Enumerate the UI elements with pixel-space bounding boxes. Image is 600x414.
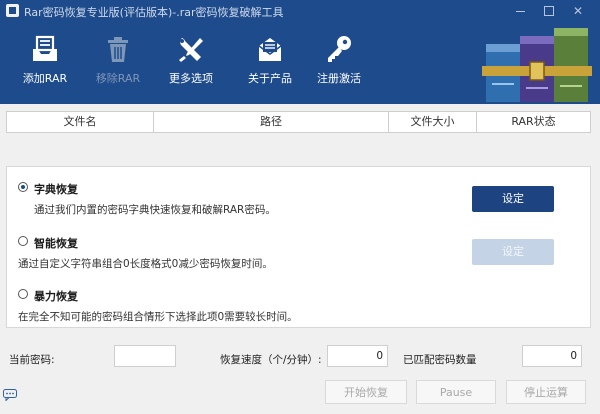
smart-recovery-description: 通过自定义字符串组合0长度格式0减少密码恢复时间。	[18, 258, 273, 270]
add-rar-button[interactable]: 添加RAR	[8, 34, 82, 94]
current-password-label: 当前密码:	[9, 354, 55, 366]
dictionary-settings-button[interactable]: 设定	[472, 186, 554, 212]
recovery-speed-label: 恢复速度（个/分钟）:	[220, 354, 322, 366]
minimize-icon	[515, 11, 525, 12]
brute-force-recovery-radio[interactable]	[18, 289, 28, 299]
register-activate-button[interactable]: 注册激活	[302, 34, 376, 94]
app-icon	[6, 4, 19, 17]
more-options-label: 更多选项	[169, 72, 213, 85]
column-header-rar-status[interactable]: RAR状态	[477, 112, 590, 132]
dictionary-recovery-title: 字典恢复	[34, 183, 78, 196]
column-header-path[interactable]: 路径	[154, 112, 389, 132]
file-table-header: 文件名 路径 文件大小 RAR状态	[6, 111, 591, 133]
window-title: Rar密码恢复专业版(评估版本)-.rar密码恢复破解工具	[24, 6, 284, 19]
pause-button[interactable]: Pause	[416, 380, 496, 404]
app-header: Rar密码恢复专业版(评估版本)-.rar密码恢复破解工具 ✕ 添加RAR 移除…	[0, 0, 600, 104]
dictionary-recovery-radio[interactable]	[18, 182, 28, 192]
inbox-tray-icon	[33, 35, 57, 61]
brute-force-recovery-description: 在完全不知可能的密码组合情形下选择此项0需要较长时间。	[18, 311, 298, 323]
trash-can-icon	[108, 37, 128, 62]
smart-recovery-title: 智能恢复	[34, 237, 78, 250]
about-product-label: 关于产品	[248, 72, 292, 85]
envelope-icon	[258, 38, 282, 61]
start-recovery-button[interactable]: 开始恢复	[325, 380, 407, 404]
remove-rar-label: 移除RAR	[95, 72, 141, 85]
smart-recovery-radio[interactable]	[18, 236, 28, 246]
smart-settings-button[interactable]: 设定	[472, 239, 554, 265]
matched-password-count-label: 已匹配密码数量	[403, 354, 477, 366]
chat-icon[interactable]	[3, 389, 17, 401]
dictionary-recovery-description: 通过我们内置的密码字典快速恢复和破解RAR密码。	[34, 204, 276, 216]
remove-rar-button[interactable]: 移除RAR	[81, 34, 155, 94]
more-options-button[interactable]: 更多选项	[154, 34, 228, 94]
matched-password-count-field: 0	[522, 345, 582, 367]
rar-books-logo	[482, 28, 592, 102]
brute-force-recovery-title: 暴力恢复	[34, 290, 78, 303]
key-icon	[328, 36, 351, 62]
column-header-filename[interactable]: 文件名	[7, 112, 154, 132]
about-product-button[interactable]: 关于产品	[233, 34, 307, 94]
register-activate-label: 注册激活	[317, 72, 361, 85]
current-password-field	[114, 345, 176, 367]
add-rar-label: 添加RAR	[22, 72, 68, 85]
wrench-screwdriver-icon	[179, 38, 203, 62]
column-header-filesize[interactable]: 文件大小	[389, 112, 477, 132]
file-list-area[interactable]	[6, 133, 591, 163]
recovery-speed-field: 0	[327, 345, 388, 367]
stop-button[interactable]: 停止运算	[506, 380, 586, 404]
